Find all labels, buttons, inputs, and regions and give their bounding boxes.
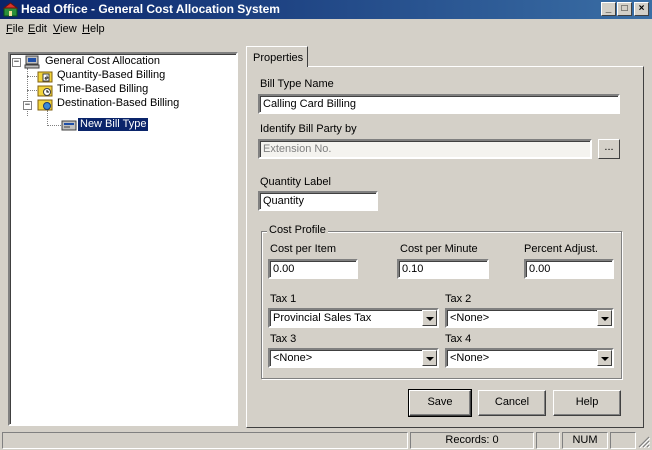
menu-edit[interactable]: Edit — [28, 23, 47, 35]
cancel-button[interactable]: Cancel — [478, 390, 546, 416]
records-status: Records: 0 — [410, 432, 534, 449]
tax2-label: Tax 2 — [445, 293, 472, 305]
tree-item-label: New Bill Type — [78, 118, 149, 131]
help-button[interactable]: Help — [553, 390, 621, 416]
identify-bill-party-field[interactable]: Extension No. — [258, 139, 592, 159]
svg-text:#: # — [44, 75, 49, 82]
menu-view[interactable]: View — [53, 23, 77, 35]
tax3-label: Tax 3 — [270, 333, 297, 345]
status-bar: Records: 0 NUM — [0, 431, 652, 450]
tax3-value: <None> — [273, 352, 313, 364]
cancel-button-label: Cancel — [494, 396, 530, 408]
menu-file[interactable]: File — [6, 23, 24, 35]
title-bar[interactable]: Head Office - General Cost Allocation Sy… — [0, 0, 652, 19]
help-button-label: Help — [575, 396, 599, 408]
tab-properties[interactable]: Properties — [246, 46, 308, 67]
tree-connector — [47, 125, 61, 126]
tax2-value: <None> — [450, 312, 490, 324]
bill-type-icon — [61, 120, 77, 131]
percent-adjust-label: Percent Adjust. — [524, 243, 598, 255]
tree-connector — [47, 110, 48, 126]
dropdown-arrow-icon[interactable] — [597, 350, 612, 366]
minimize-button[interactable]: _ — [601, 2, 616, 16]
quantity-label-label: Quantity Label — [260, 176, 331, 188]
tree-connector — [27, 76, 37, 77]
tree-connector — [27, 90, 37, 91]
tax1-value: Provincial Sales Tax — [273, 312, 372, 324]
tax4-select[interactable]: <None> — [445, 348, 614, 368]
maximize-button[interactable]: □ — [617, 2, 632, 16]
tax4-label: Tax 4 — [445, 333, 472, 345]
close-button[interactable]: × — [634, 2, 649, 16]
tax2-select[interactable]: <None> — [445, 308, 614, 328]
cost-per-item-field[interactable]: 0.00 — [268, 259, 358, 279]
time-billing-icon — [37, 85, 53, 97]
status-empty-panel — [536, 432, 560, 449]
percent-adjust-field[interactable]: 0.00 — [524, 259, 614, 279]
cost-per-minute-label: Cost per Minute — [400, 243, 478, 255]
tax1-select[interactable]: Provincial Sales Tax — [268, 308, 439, 328]
tax4-value: <None> — [450, 352, 490, 364]
quantity-label-field[interactable]: Quantity — [258, 191, 378, 211]
menu-bar: File Edit View Help — [0, 21, 652, 39]
identify-bill-party-label: Identify Bill Party by — [260, 123, 357, 135]
save-button[interactable]: Save — [408, 389, 472, 417]
menu-help[interactable]: Help — [82, 23, 105, 35]
tax1-label: Tax 1 — [270, 293, 297, 305]
bill-type-name-field[interactable]: Calling Card Billing — [258, 94, 620, 114]
cost-per-minute-field[interactable]: 0.10 — [397, 259, 489, 279]
dropdown-arrow-icon[interactable] — [597, 310, 612, 326]
tree-item-label: General Cost Allocation — [45, 55, 160, 67]
bill-type-name-label: Bill Type Name — [260, 78, 334, 90]
dropdown-arrow-icon[interactable] — [422, 350, 437, 366]
app-window: Head Office - General Cost Allocation Sy… — [0, 0, 652, 450]
tree-item-label: Time-Based Billing — [57, 83, 149, 95]
num-lock-status: NUM — [562, 432, 608, 449]
size-grip-icon[interactable] — [638, 436, 650, 448]
status-message-panel — [2, 432, 408, 449]
quantity-billing-icon: # — [37, 71, 53, 83]
tree-view[interactable]: − General Cost Allocation # Quantity-Bas… — [8, 52, 238, 426]
browse-button[interactable]: ... — [598, 139, 620, 159]
tax3-select[interactable]: <None> — [268, 348, 439, 368]
dropdown-arrow-icon[interactable] — [422, 310, 437, 326]
tree-item-label: Destination-Based Billing — [57, 97, 180, 109]
window-title: Head Office - General Cost Allocation Sy… — [21, 2, 280, 16]
cost-per-item-label: Cost per Item — [270, 243, 337, 255]
save-button-label: Save — [427, 396, 453, 408]
collapse-icon[interactable]: − — [23, 101, 32, 110]
computer-icon — [24, 55, 40, 69]
tree-item-label: Quantity-Based Billing — [57, 69, 166, 81]
destination-billing-icon — [37, 99, 53, 111]
app-icon — [3, 2, 18, 17]
status-empty-panel — [610, 432, 636, 449]
collapse-icon[interactable]: − — [12, 58, 21, 67]
cost-profile-title: Cost Profile — [267, 224, 328, 236]
